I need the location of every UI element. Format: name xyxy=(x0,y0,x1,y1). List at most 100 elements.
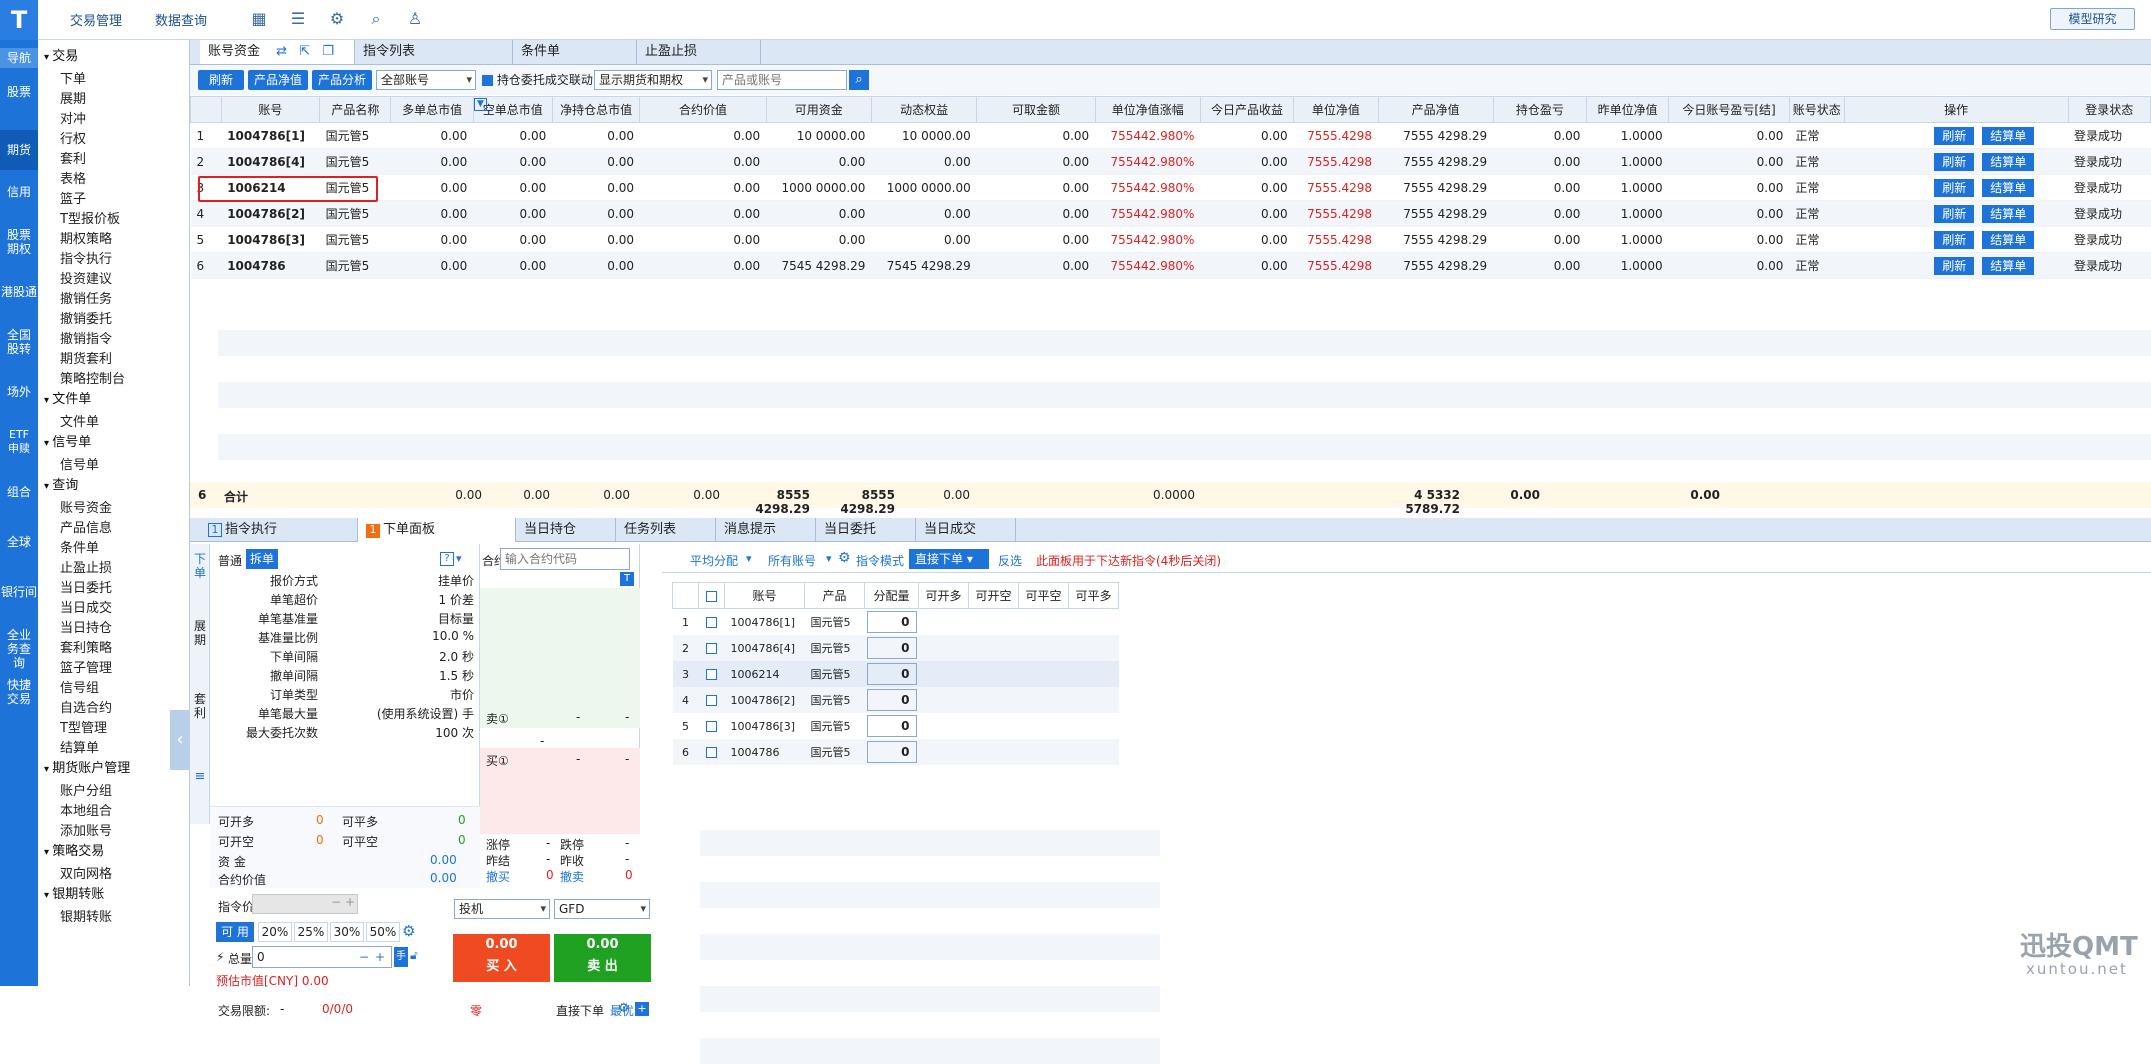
param-value[interactable]: 目标量 xyxy=(438,610,474,627)
alloc-column-header[interactable]: 产品 xyxy=(804,582,865,609)
param-row[interactable]: 下单间隔 2.0 秒 xyxy=(214,648,478,667)
row-settlement-button[interactable]: 结算单 xyxy=(1982,230,2035,249)
column-header[interactable]: 合约价值 xyxy=(639,96,767,123)
popout-icon[interactable]: ⇱ xyxy=(299,44,310,59)
qty-minus-icon[interactable]: − xyxy=(359,947,369,967)
nav-group-trade[interactable]: ▾ 交易 xyxy=(44,45,78,64)
chevron-down-icon[interactable]: ▾ xyxy=(826,552,832,565)
param-row[interactable]: 最大委托次数 100 次 xyxy=(214,724,478,743)
column-header[interactable]: 单位净值 xyxy=(1293,96,1379,123)
side-tab-order[interactable]: 下单 xyxy=(190,552,210,580)
bottom-tab[interactable]: 当日持仓 xyxy=(516,518,616,542)
column-header[interactable]: 可取金额 xyxy=(976,96,1096,123)
side-tab-arbitrage[interactable]: 套利 xyxy=(190,692,210,720)
nav-group-strategy[interactable]: ▾ 策略交易 xyxy=(44,840,104,859)
nav-item[interactable]: 双向网格 xyxy=(60,863,112,882)
table-row[interactable]: 2 1004786[4] 国元管5 0.00 0.00 0.00 0.00 0.00 0.00 0… xyxy=(190,148,2151,175)
tab-instruction-list[interactable]: 指令列表 xyxy=(355,40,513,64)
avg-allocation-select[interactable]: 平均分配 xyxy=(690,552,738,569)
alloc-column-header[interactable]: 可平多 xyxy=(1068,582,1119,609)
sliders-icon[interactable]: ☰ xyxy=(288,9,308,29)
analysis-button[interactable]: 产品分析 xyxy=(312,70,372,90)
column-header[interactable]: 账号状态 xyxy=(1788,96,1845,123)
param-value[interactable]: 10.0 % xyxy=(432,629,474,643)
column-header[interactable]: 登录状态 xyxy=(2067,96,2151,123)
nav-item[interactable]: 指令执行 xyxy=(60,248,112,267)
price-plus-icon[interactable]: + xyxy=(345,895,355,909)
alloc-qty-cell[interactable]: 0 xyxy=(865,609,919,636)
param-value[interactable]: (使用系统设置) 手 xyxy=(377,705,474,722)
display-select[interactable]: 显示期货和期权 xyxy=(594,70,712,90)
nav-item[interactable]: 文件单 xyxy=(60,411,99,430)
nav-item[interactable]: T型管理 xyxy=(60,717,107,736)
collapse-nav-icon[interactable]: ‹ xyxy=(170,710,190,770)
nav-item[interactable]: 投资建议 xyxy=(60,268,112,287)
gear-icon[interactable]: ⚙ xyxy=(618,1001,630,1016)
nav-item[interactable]: 期权策略 xyxy=(60,228,112,247)
nav-item[interactable]: 结算单 xyxy=(60,737,99,756)
nav-item[interactable]: 套利策略 xyxy=(60,637,112,656)
row-checkbox[interactable] xyxy=(706,643,717,654)
alloc-qty-input[interactable]: 0 xyxy=(866,715,917,737)
rail-global[interactable]: 全球 xyxy=(0,535,38,549)
reverse-select-link[interactable]: 反选 xyxy=(998,552,1022,569)
alloc-column-header[interactable]: 可平空 xyxy=(1018,582,1069,609)
model-research-button[interactable]: 模型研究 xyxy=(2050,8,2135,30)
table-row[interactable]: 6 1004786 国元管5 0.00 0.00 0.00 0.00 7545 4298.29… xyxy=(190,252,2151,279)
alloc-checkbox-cell[interactable] xyxy=(699,739,725,765)
table-row[interactable]: 5 1004786[3] 国元管5 0.00 0.00 0.00 0.00 0.00 0.00 0… xyxy=(190,226,2151,253)
row-refresh-button[interactable]: 刷新 xyxy=(1934,204,1975,223)
bottom-tab[interactable]: 消息提示 xyxy=(716,518,816,542)
nav-group-query[interactable]: ▾ 查询 xyxy=(44,474,78,493)
unlock-icon[interactable]: 🔓︎ xyxy=(410,948,418,963)
dropdown-icon[interactable]: ▾ xyxy=(456,552,462,565)
swap-icon[interactable]: ⇄ xyxy=(276,44,287,59)
rail-quick-trade[interactable]: 快捷交易 xyxy=(0,678,38,706)
row-refresh-button[interactable]: 刷新 xyxy=(1934,126,1975,145)
nav-item[interactable]: 添加账号 xyxy=(60,820,112,839)
table-row[interactable]: 3 1006214 国元管5 0.00 0.00 0.00 0.00 1000 0000.00… xyxy=(190,174,2151,201)
mode-normal-tab[interactable]: 普通 xyxy=(218,552,242,569)
nav-item[interactable]: T型报价板 xyxy=(60,208,120,227)
cancel-sell-link[interactable]: 撤卖 xyxy=(560,868,584,885)
chevron-down-icon[interactable]: ▾ xyxy=(44,438,52,449)
alloc-qty-input[interactable]: 0 xyxy=(866,637,917,659)
row-refresh-button[interactable]: 刷新 xyxy=(1934,178,1975,197)
chevron-down-icon[interactable]: ▾ xyxy=(746,552,752,565)
nav-item[interactable]: 套利 xyxy=(60,148,86,167)
param-row[interactable]: 撤单间隔 1.5 秒 xyxy=(214,667,478,686)
nav-item[interactable]: 篮子管理 xyxy=(60,657,112,676)
net-value-button[interactable]: 产品净值 xyxy=(248,70,308,90)
column-header[interactable] xyxy=(190,96,222,123)
param-row[interactable]: 订单类型 市价 xyxy=(214,686,478,705)
link-checkbox[interactable]: 持仓委托成交联动 xyxy=(482,71,593,88)
param-row[interactable]: 报价方式 挂单价 xyxy=(214,572,478,591)
nav-item[interactable]: 行权 xyxy=(60,128,86,147)
select-all-checkbox[interactable] xyxy=(706,590,717,602)
nav-item[interactable]: 当日持仓 xyxy=(60,617,112,636)
column-header[interactable]: 今日账号盈亏[结] xyxy=(1668,96,1790,123)
nav-item[interactable]: 止盈止损 xyxy=(60,557,112,576)
alloc-row[interactable]: 3 1006214 国元管5 0 xyxy=(672,661,1119,687)
alloc-checkbox-cell[interactable] xyxy=(699,687,725,713)
total-qty-input[interactable]: 0 − + xyxy=(252,946,392,968)
row-checkbox[interactable] xyxy=(706,695,717,706)
qty-plus-icon[interactable]: + xyxy=(375,947,385,967)
search-icon[interactable]: ⌕ xyxy=(366,9,386,29)
bottom-tab[interactable]: 1 指令执行 xyxy=(200,518,358,542)
row-settlement-button[interactable]: 结算单 xyxy=(1982,152,2035,171)
alloc-checkbox-cell[interactable] xyxy=(699,713,725,739)
add-icon[interactable]: + xyxy=(635,1002,649,1016)
nav-item[interactable]: 期货套利 xyxy=(60,348,112,367)
product-search-input[interactable] xyxy=(717,70,847,90)
row-checkbox[interactable] xyxy=(706,617,717,628)
rail-all-query[interactable]: 全业务查询 xyxy=(0,628,38,670)
column-header[interactable]: 持仓盈亏 xyxy=(1492,96,1587,123)
row-refresh-button[interactable]: 刷新 xyxy=(1934,256,1975,275)
shirt-icon[interactable]: ♙ xyxy=(405,9,425,29)
nav-item[interactable]: 表格 xyxy=(60,168,86,187)
alloc-qty-input[interactable]: 0 xyxy=(866,741,917,763)
param-value[interactable]: 挂单价 xyxy=(438,572,474,589)
column-header[interactable]: 净持仓总市值 xyxy=(551,96,641,123)
alloc-checkbox-cell[interactable] xyxy=(699,609,725,636)
